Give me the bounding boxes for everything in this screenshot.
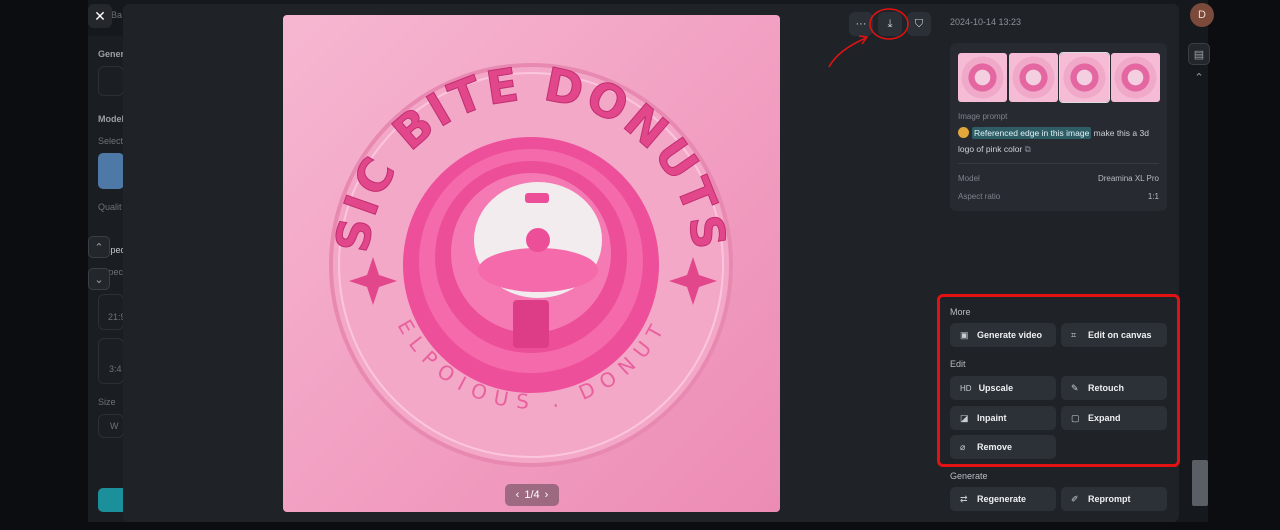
canvas-icon: ⌗: [1071, 329, 1077, 340]
retouch-icon: ✎: [1071, 382, 1079, 393]
retouch-button[interactable]: ✎ Retouch: [1061, 376, 1167, 400]
download-highlight-circle: [869, 8, 909, 40]
generate-video-button[interactable]: ▣ Generate video: [950, 323, 1056, 347]
aspect-ratio-label: Aspect ratio: [958, 192, 1001, 201]
reprompt-button[interactable]: ✐ Reprompt: [1061, 487, 1167, 511]
annotation-arrow: [828, 37, 867, 68]
edit-on-canvas-label: Edit on canvas: [1088, 330, 1152, 340]
generate-video-label: Generate video: [977, 330, 1043, 340]
thumbnail-selected[interactable]: [1059, 52, 1110, 103]
remove-button[interactable]: ⌀ Remove: [950, 435, 1056, 459]
inpaint-button[interactable]: ◪ Inpaint: [950, 406, 1056, 430]
upscale-button[interactable]: HD Upscale: [950, 376, 1056, 400]
image-info-card: Image prompt Referenced edge in this ima…: [950, 43, 1167, 211]
video-icon: ▣: [960, 329, 969, 340]
remove-label: Remove: [977, 442, 1013, 452]
reference-image-icon: [958, 127, 969, 138]
regenerate-label: Regenerate: [977, 494, 1027, 504]
edit-section-label: Edit: [950, 359, 966, 369]
eraser-icon: ⌀: [960, 441, 966, 452]
model-label: Model: [958, 174, 980, 183]
thumbnail[interactable]: [958, 53, 1007, 102]
regenerate-icon: ⇄: [960, 493, 968, 504]
reprompt-icon: ✐: [1071, 493, 1079, 504]
prompt-text-block: Referenced edge in this image make this …: [958, 125, 1163, 157]
copy-icon[interactable]: ⧉: [1025, 144, 1031, 154]
reprompt-label: Reprompt: [1088, 494, 1131, 504]
generate-section-label: Generate: [950, 471, 988, 481]
divider: [958, 163, 1159, 164]
inpaint-icon: ◪: [960, 412, 969, 423]
expand-icon: ▢: [1071, 412, 1080, 423]
expand-button[interactable]: ▢ Expand: [1061, 406, 1167, 430]
screen: Ba Gener Model Select Qualit Aspec Aspec…: [0, 0, 1280, 530]
aspect-ratio-value: 1:1: [1147, 192, 1159, 201]
inpaint-label: Inpaint: [977, 413, 1007, 423]
expand-label: Expand: [1088, 413, 1121, 423]
model-value: Dreamina XL Pro: [1097, 174, 1159, 183]
thumbnail[interactable]: [1111, 53, 1160, 102]
thumbnail-strip: [958, 52, 1160, 103]
more-section-label: More: [950, 307, 971, 317]
hd-icon: HD: [960, 383, 972, 393]
thumbnail[interactable]: [1009, 53, 1058, 102]
image-prompt-label: Image prompt: [958, 112, 1008, 121]
retouch-label: Retouch: [1088, 383, 1124, 393]
regenerate-button[interactable]: ⇄ Regenerate: [950, 487, 1056, 511]
edit-on-canvas-button[interactable]: ⌗ Edit on canvas: [1061, 323, 1167, 347]
reference-chip[interactable]: Referenced edge in this image: [972, 127, 1092, 139]
upscale-label: Upscale: [978, 383, 1014, 393]
timestamp: 2024-10-14 13:23: [950, 17, 1022, 27]
